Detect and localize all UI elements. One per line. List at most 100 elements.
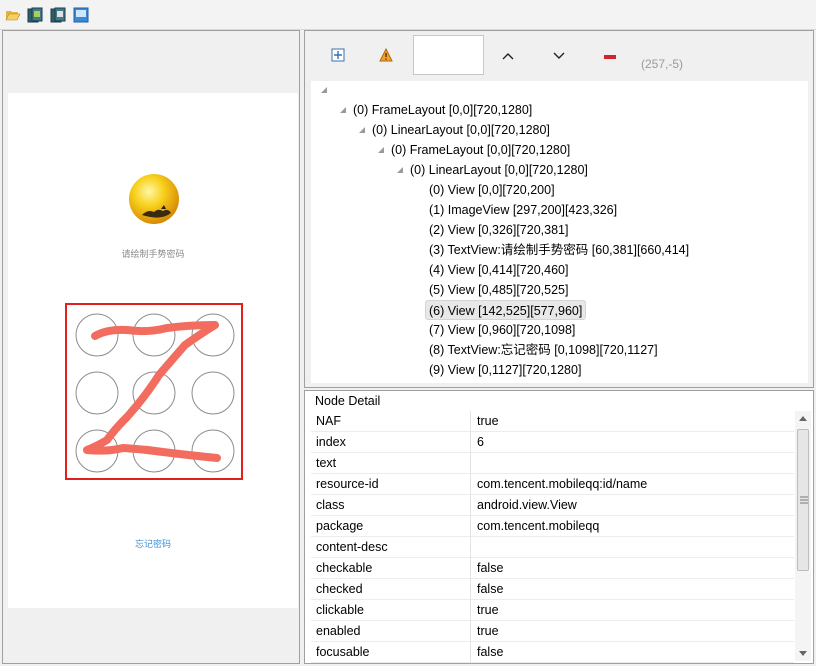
selected-node-highlight[interactable] [65, 303, 243, 480]
detail-row[interactable]: clickable true [311, 600, 794, 621]
arrow-up-icon [502, 49, 514, 63]
avatar [128, 173, 180, 225]
column-divider [470, 600, 471, 621]
device-screenshot-panel[interactable]: 请绘制手势密码 忘记密码 [2, 30, 300, 664]
hierarchy-tree[interactable]: (0) FrameLayout [0,0][720,1280] (0) Linea… [311, 81, 808, 383]
detail-row[interactable]: checkable false [311, 558, 794, 579]
detail-row[interactable]: class android.view.View [311, 495, 794, 516]
pattern-dot [75, 371, 119, 415]
tree-node[interactable]: (2) View [0,326][720,381] [429, 220, 568, 240]
expand-all-icon [331, 48, 345, 65]
minus-icon [604, 49, 616, 63]
node-detail-scrollbar[interactable] [795, 411, 811, 661]
arrow-down-icon [553, 49, 565, 63]
detail-row[interactable]: resource-id com.tencent.mobileqq:id/name [311, 474, 794, 495]
detail-value: 6 [477, 435, 484, 449]
previous-node-button[interactable] [493, 41, 523, 71]
scroll-up-icon[interactable] [799, 416, 807, 421]
hierarchy-panel: (257,-5) (0) FrameLayout [0,0][720,1280]… [304, 30, 814, 388]
detail-row[interactable]: focusable false [311, 642, 794, 663]
drawn-gesture-stroke [83, 321, 221, 462]
expand-all-button[interactable] [323, 41, 353, 71]
tree-node[interactable]: (0) FrameLayout [0,0][720,1280] [353, 100, 532, 120]
clear-search-button[interactable] [595, 41, 625, 71]
column-divider [470, 474, 471, 495]
gesture-pattern-grid[interactable] [67, 305, 241, 478]
detail-row[interactable]: NAF true [311, 411, 794, 432]
save-icon[interactable] [73, 7, 89, 23]
tree-node[interactable]: (0) View [0,0][720,200] [429, 180, 555, 200]
tree-node[interactable]: (0) LinearLayout [0,0][720,1280] [410, 160, 588, 180]
tree-node[interactable]: (0) LinearLayout [0,0][720,1280] [372, 120, 550, 140]
gesture-hint-text: 请绘制手势密码 [121, 250, 185, 260]
next-node-button[interactable] [544, 41, 574, 71]
pattern-dot [191, 429, 235, 473]
column-divider [470, 411, 471, 432]
detail-key: resource-id [316, 477, 379, 491]
device-screenshot-compressed-icon[interactable] [50, 7, 66, 23]
detail-value: com.tencent.mobileqq [477, 519, 600, 533]
detail-row[interactable]: checked false [311, 579, 794, 600]
detail-key: package [316, 519, 364, 533]
tree-node[interactable]: (1) ImageView [297,200][423,326] [429, 200, 617, 220]
tree-expand-toggle-icon[interactable] [340, 107, 346, 113]
open-folder-icon[interactable] [5, 7, 21, 23]
main-toolbar [0, 0, 816, 30]
column-divider [470, 516, 471, 537]
grip-icon [800, 496, 808, 504]
node-detail-table: NAF true index 6 text resource-id com.tencent.… [311, 411, 794, 663]
node-detail-title: Node Detail [315, 394, 381, 408]
tree-expand-toggle-icon[interactable] [378, 147, 384, 153]
detail-value: false [477, 645, 504, 659]
detail-row[interactable]: text [311, 453, 794, 474]
filter-input[interactable] [413, 35, 484, 75]
pattern-dot [191, 371, 235, 415]
detail-value: false [477, 582, 504, 596]
detail-key: text [316, 456, 337, 470]
detail-row[interactable]: package com.tencent.mobileqq [311, 516, 794, 537]
device-screen[interactable]: 请绘制手势密码 忘记密码 [8, 93, 298, 608]
detail-value: true [477, 414, 499, 428]
detail-value: android.view.View [477, 498, 577, 512]
tree-node[interactable]: (8) TextView:忘记密码 [0,1098][720,1127] [429, 340, 658, 360]
column-divider [470, 453, 471, 474]
detail-value: false [477, 561, 504, 575]
column-divider [470, 495, 471, 516]
cursor-coordinates: (257,-5) [641, 57, 684, 71]
detail-key: enabled [316, 624, 361, 638]
scroll-down-icon[interactable] [799, 651, 807, 656]
tree-node[interactable]: (3) TextView:请绘制手势密码 [60,381][660,414] [429, 240, 689, 260]
detail-key: checkable [316, 561, 373, 575]
column-divider [470, 579, 471, 600]
detail-key: NAF [316, 414, 341, 428]
detail-key: clickable [316, 603, 364, 617]
detail-key: checked [316, 582, 363, 596]
tree-node[interactable]: (5) View [0,485][720,525] [429, 280, 568, 300]
device-screenshot-icon[interactable] [27, 7, 43, 23]
node-detail-panel: Node Detail NAF true index 6 text resource-id… [304, 390, 814, 664]
column-divider [470, 621, 471, 642]
detail-row[interactable]: index 6 [311, 432, 794, 453]
tree-root-toggle-icon[interactable] [321, 87, 327, 93]
detail-key: content-desc [316, 540, 388, 554]
detail-row[interactable]: enabled true [311, 621, 794, 642]
column-divider [470, 642, 471, 663]
tree-node[interactable]: (7) View [0,960][720,1098] [429, 320, 575, 340]
forgot-password-link[interactable]: 忘记密码 [8, 537, 298, 550]
column-divider [470, 558, 471, 579]
detail-value: com.tencent.mobileqq:id/name [477, 477, 648, 491]
detail-row[interactable]: content-desc [311, 537, 794, 558]
scrollbar-thumb[interactable] [797, 429, 809, 571]
detail-value: true [477, 603, 499, 617]
detail-key: class [316, 498, 345, 512]
detail-key: focusable [316, 645, 370, 659]
tree-node-selected[interactable]: (6) View [142,525][577,960] [425, 300, 587, 320]
tree-expand-toggle-icon[interactable] [359, 127, 365, 133]
tree-expand-toggle-icon[interactable] [397, 167, 403, 173]
warning-icon [379, 47, 393, 65]
toggle-naf-button[interactable] [371, 41, 401, 71]
tree-node[interactable]: (0) FrameLayout [0,0][720,1280] [391, 140, 570, 160]
tree-node[interactable]: (4) View [0,414][720,460] [429, 260, 568, 280]
column-divider [470, 432, 471, 453]
tree-node[interactable]: (9) View [0,1127][720,1280] [429, 360, 581, 380]
